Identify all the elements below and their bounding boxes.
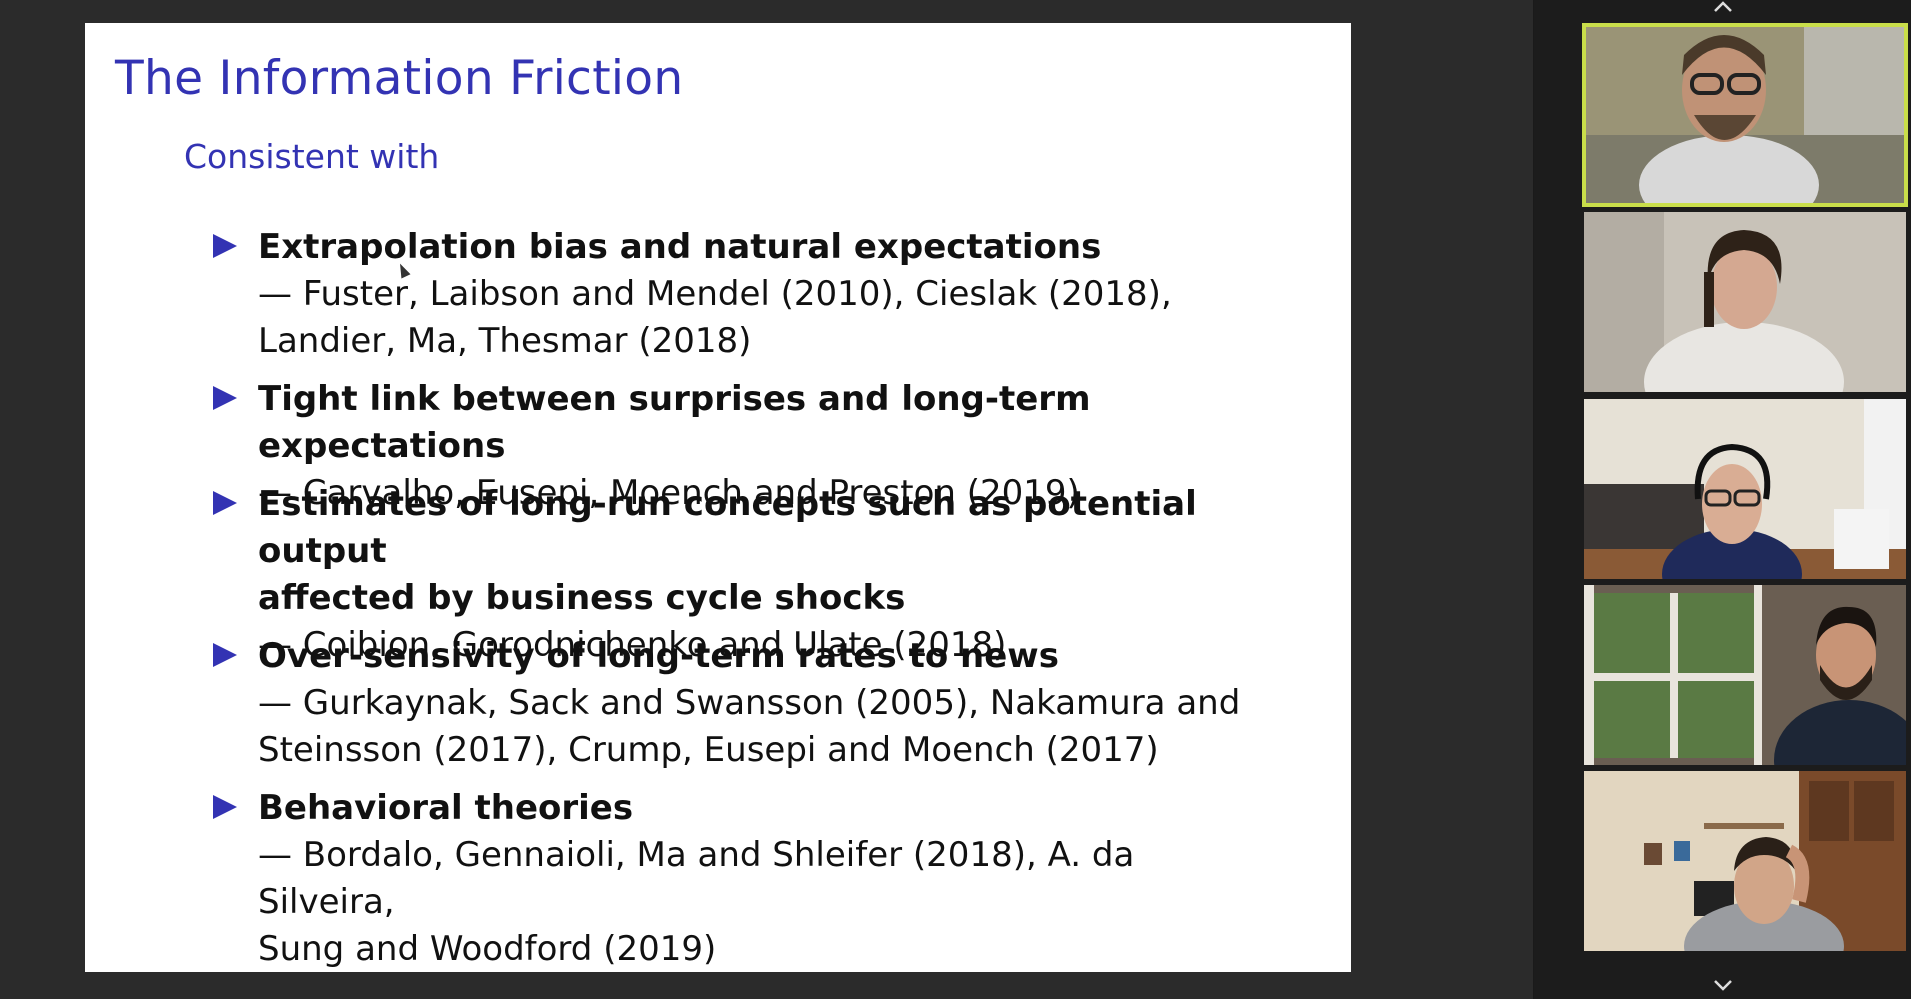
- triangle-bullet-icon: [213, 491, 237, 515]
- bullet-heading: Extrapolation bias and natural expectati…: [258, 227, 1102, 267]
- participant-video-3: [1584, 399, 1906, 579]
- bullet-item: Extrapolation bias and natural expectati…: [213, 224, 1273, 365]
- bullet-heading: Tight link between surprises and long-te…: [258, 379, 1091, 466]
- bullet-item: Over-sensivity of long-term rates to new…: [213, 633, 1273, 774]
- bullet-reference: Landier, Ma, Thesmar (2018): [258, 321, 752, 361]
- chevron-up-icon: [1713, 1, 1732, 12]
- participant-video-5: [1584, 771, 1906, 951]
- triangle-bullet-icon: [213, 795, 237, 819]
- participant-video-tile[interactable]: [1584, 771, 1906, 951]
- participant-video-1: [1584, 25, 1906, 205]
- presentation-slide: The Information Friction Consistent with…: [85, 23, 1351, 972]
- chevron-down-icon: [1713, 980, 1732, 991]
- bullet-reference: — Fuster, Laibson and Mendel (2010), Cie…: [258, 274, 1172, 314]
- bullet-reference: — Gurkaynak, Sack and Swansson (2005), N…: [258, 683, 1241, 723]
- bullet-reference: — Bordalo, Gennaioli, Ma and Shleifer (2…: [258, 835, 1135, 922]
- bullet-heading: Estimates of long-run concepts such as p…: [258, 484, 1197, 571]
- slide-subtitle: Consistent with: [184, 137, 440, 176]
- bullet-item: Behavioral theories — Bordalo, Gennaioli…: [213, 785, 1273, 973]
- slide-title: The Information Friction: [115, 51, 684, 106]
- bullet-reference: Sung and Woodford (2019): [258, 929, 717, 969]
- bullet-reference: Steinsson (2017), Crump, Eusepi and Moen…: [258, 730, 1159, 770]
- gallery-scroll-up-button[interactable]: [1534, 0, 1911, 18]
- triangle-bullet-icon: [213, 234, 237, 258]
- participant-video-tile[interactable]: [1584, 399, 1906, 579]
- video-gallery-panel: [1534, 0, 1911, 999]
- participant-video-tile[interactable]: [1584, 212, 1906, 392]
- bullet-heading: Over-sensivity of long-term rates to new…: [258, 636, 1059, 676]
- participant-video-4: [1584, 585, 1906, 765]
- triangle-bullet-icon: [213, 386, 237, 410]
- participant-video-tile[interactable]: [1584, 585, 1906, 765]
- screen-share-area: The Information Friction Consistent with…: [0, 0, 1533, 999]
- triangle-bullet-icon: [213, 643, 237, 667]
- participant-video-tile[interactable]: [1582, 23, 1908, 207]
- participant-video-2: [1584, 212, 1906, 392]
- bullet-heading: Behavioral theories: [258, 788, 634, 828]
- bullet-heading: affected by business cycle shocks: [258, 578, 906, 618]
- gallery-scroll-down-button[interactable]: [1534, 974, 1911, 996]
